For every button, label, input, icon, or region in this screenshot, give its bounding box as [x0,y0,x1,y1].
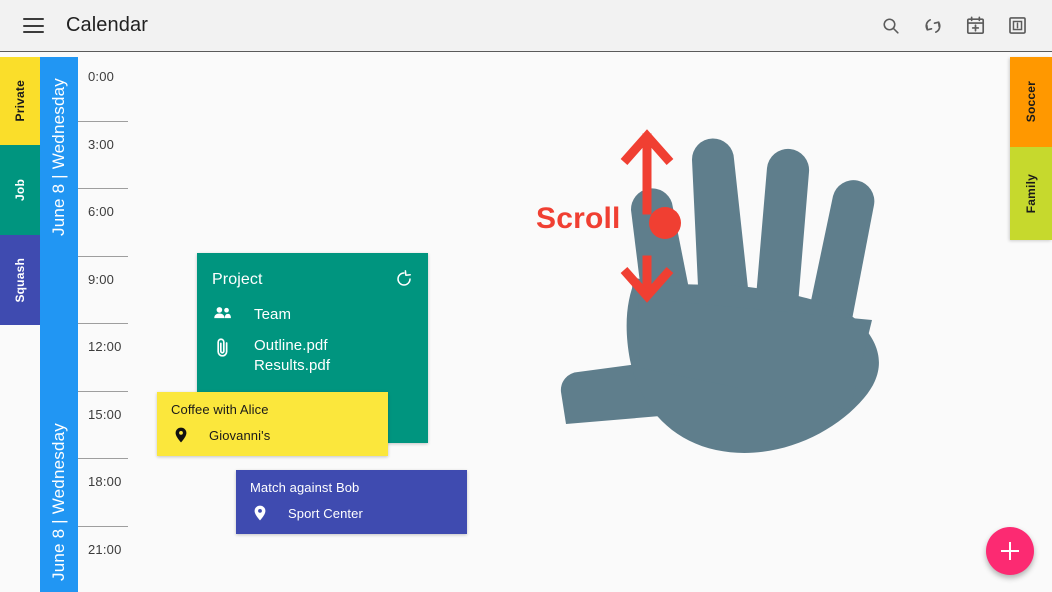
calendar-add-icon[interactable] [954,5,996,47]
hamburger-menu-icon[interactable] [11,4,55,48]
day-column-strip[interactable]: June 8 | Wednesday June 8 | Wednesday [40,57,78,592]
hamburger-glyph [22,18,44,33]
hour-label: 6:00 [88,204,115,219]
hour-row[interactable]: 21:00 [78,525,1052,592]
hour-label: 0:00 [88,69,115,84]
paperclip-icon [211,336,233,358]
day-label-top-text: June 8 | Wednesday [49,78,68,236]
event-title: Project [212,271,263,288]
plus-icon-vertical [1009,542,1011,560]
page-title: Calendar [66,14,148,36]
event-attachments: Outline.pdf Results.pdf [254,337,331,374]
hour-gridline [78,525,128,527]
category-tab-private[interactable]: Private [0,57,40,145]
app-bar: Calendar [0,0,1052,52]
hour-row[interactable]: 6:00 [78,188,1052,256]
event-location-row: Sport Center [249,504,363,523]
search-icon[interactable] [870,5,912,47]
hour-label: 9:00 [88,271,115,287]
hour-gridline [78,390,128,392]
hour-gridline [78,323,128,324]
hour-gridline [78,188,128,189]
event-card-match[interactable]: Match against Bob Sport Center [236,470,467,534]
category-tab-squash-label: Squash [13,257,27,303]
location-pin-icon [249,504,271,521]
hour-label: 15:00 [88,406,122,422]
hour-row[interactable]: 0:00 [78,53,1052,121]
sync-icon[interactable] [912,5,954,47]
event-card-coffee[interactable]: Coffee with Alice Giovanni's [157,392,388,456]
event-attendees: Team [254,306,292,323]
category-tab-squash[interactable]: Squash [0,235,40,325]
right-category-tabs: Soccer Family [1010,57,1052,240]
recurrence-icon [395,270,413,293]
calendar-day-icon[interactable] [996,5,1038,47]
day-label-bottom-text: June 8 | Wednesday [49,423,68,581]
category-tab-soccer-label: Soccer [1024,81,1038,123]
category-tab-family[interactable]: Family [1010,147,1052,240]
hour-row[interactable]: 18:00 [78,458,1052,526]
people-icon [211,305,233,320]
left-category-tabs: Private Job Squash [0,57,40,325]
hour-gridline [78,255,128,257]
event-title: Match against Bob [250,480,360,495]
category-tab-job[interactable]: Job [0,145,40,235]
day-label-bottom: June 8 | Wednesday [40,412,78,592]
category-tab-soccer[interactable]: Soccer [1010,57,1052,147]
add-event-fab[interactable] [986,527,1034,575]
event-attachments-row: Outline.pdf Results.pdf [211,336,330,376]
category-tab-private-label: Private [13,80,27,122]
hour-label: 18:00 [88,474,122,489]
hour-row[interactable]: 3:00 [78,120,1052,189]
calendar-app: Calendar 0:00 3:00 6:00 9:00 12:00 15:00… [0,0,1052,592]
event-attendees-row: Team [211,305,291,325]
event-location: Giovanni's [209,428,271,443]
category-tab-job-label: Job [13,179,27,201]
hour-gridline [78,458,128,459]
event-location-row: Giovanni's [170,426,270,445]
hour-label: 21:00 [88,541,122,557]
hour-label: 12:00 [88,339,122,354]
day-label-top: June 8 | Wednesday [40,57,78,257]
app-bar-actions [870,5,1052,47]
location-pin-icon [170,426,192,443]
hour-gridline [78,120,128,122]
hour-label: 3:00 [88,136,115,152]
event-title: Coffee with Alice [171,402,269,417]
category-tab-family-label: Family [1024,173,1038,214]
event-location: Sport Center [288,506,363,521]
